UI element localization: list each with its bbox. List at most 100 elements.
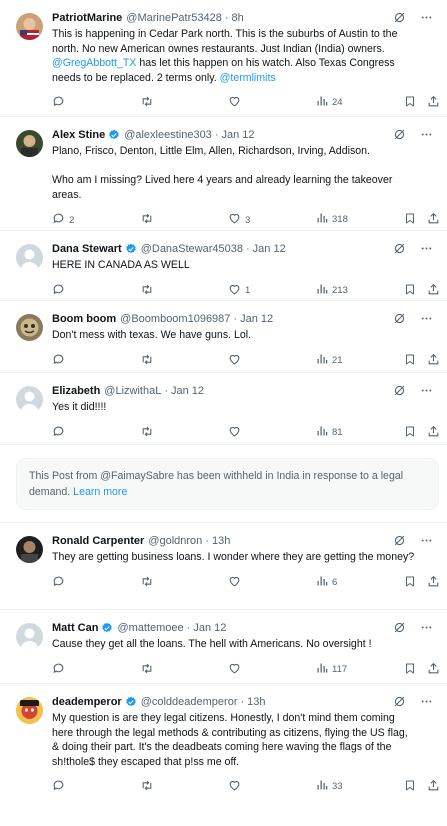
views-button[interactable]: 33: [316, 779, 343, 794]
timestamp[interactable]: Jan 12: [253, 243, 286, 255]
timestamp[interactable]: 13h: [212, 535, 230, 547]
user-handle[interactable]: @alexleestine303: [124, 129, 212, 141]
display-name[interactable]: Matt Can: [52, 622, 98, 634]
avatar[interactable]: [16, 536, 43, 563]
reply-button[interactable]: [52, 662, 69, 678]
avatar[interactable]: [16, 314, 43, 341]
avatar[interactable]: [16, 13, 43, 40]
tweet[interactable]: PatriotMarine @MarinePatr53428 · 8h This…: [0, 0, 447, 117]
user-handle[interactable]: @MarinePatr53428: [126, 12, 222, 24]
timestamp[interactable]: Jan 12: [221, 129, 254, 141]
display-name[interactable]: Boom boom: [52, 313, 116, 325]
more-icon[interactable]: [420, 11, 433, 27]
timestamp[interactable]: 13h: [247, 696, 265, 708]
grok-icon[interactable]: [393, 242, 406, 258]
views-button[interactable]: 6: [316, 575, 337, 590]
grok-icon[interactable]: [393, 695, 406, 711]
bookmark-button[interactable]: [404, 425, 416, 441]
share-button[interactable]: [427, 575, 440, 591]
tweet[interactable]: Ronald Carpenter @goldnron · 13h They ar…: [0, 523, 447, 610]
grok-icon[interactable]: [393, 11, 406, 27]
like-button[interactable]: [228, 95, 245, 111]
user-handle[interactable]: @Boomboom1096987: [120, 313, 230, 325]
timestamp[interactable]: Jan 12: [193, 622, 226, 634]
views-button[interactable]: 81: [316, 425, 343, 440]
reply-button[interactable]: [52, 353, 69, 369]
timestamp[interactable]: Jan 12: [171, 385, 204, 397]
timestamp[interactable]: Jan 12: [240, 313, 273, 325]
share-button[interactable]: [427, 662, 440, 678]
reply-button[interactable]: [52, 425, 69, 441]
like-button[interactable]: [228, 353, 245, 369]
more-icon[interactable]: [420, 242, 433, 258]
views-button[interactable]: 318: [316, 212, 348, 227]
views-button[interactable]: 213: [316, 283, 348, 298]
reply-button[interactable]: [52, 283, 69, 299]
like-button[interactable]: [228, 662, 245, 678]
retweet-button[interactable]: [140, 353, 158, 369]
more-icon[interactable]: [420, 534, 433, 550]
more-icon[interactable]: [420, 384, 433, 400]
bookmark-button[interactable]: [404, 575, 416, 591]
bookmark-button[interactable]: [404, 283, 416, 299]
reply-button[interactable]: [52, 95, 69, 111]
retweet-button[interactable]: [140, 95, 158, 111]
avatar[interactable]: [16, 697, 43, 724]
bookmark-button[interactable]: [404, 95, 416, 111]
tweet[interactable]: deademperor @colddeademperor · 13h My qu…: [0, 684, 447, 802]
grok-icon[interactable]: [393, 621, 406, 637]
retweet-button[interactable]: [140, 779, 158, 795]
avatar[interactable]: [16, 386, 43, 413]
retweet-button[interactable]: [140, 575, 158, 591]
like-button[interactable]: [228, 575, 245, 591]
display-name[interactable]: deademperor: [52, 696, 122, 708]
bookmark-button[interactable]: [404, 662, 416, 678]
avatar[interactable]: [16, 623, 43, 650]
user-handle[interactable]: @DanaStewar45038: [141, 243, 243, 255]
more-icon[interactable]: [420, 312, 433, 328]
retweet-button[interactable]: [140, 425, 158, 441]
reply-button[interactable]: 2: [52, 212, 74, 228]
tweet[interactable]: Boom boom @Boomboom1096987 · Jan 12 Don'…: [0, 301, 447, 373]
like-button[interactable]: 1: [228, 283, 250, 299]
learn-more-link[interactable]: Learn more: [73, 486, 127, 498]
reply-button[interactable]: [52, 779, 69, 795]
views-button[interactable]: 117: [316, 662, 347, 677]
bookmark-button[interactable]: [404, 212, 416, 228]
user-handle[interactable]: @goldnron: [148, 535, 202, 547]
more-icon[interactable]: [420, 695, 433, 711]
timestamp[interactable]: 8h: [232, 12, 244, 24]
share-button[interactable]: [427, 425, 440, 441]
bookmark-button[interactable]: [404, 353, 416, 369]
more-icon[interactable]: [420, 128, 433, 144]
retweet-button[interactable]: [140, 212, 158, 228]
reply-button[interactable]: [52, 575, 69, 591]
display-name[interactable]: PatriotMarine: [52, 12, 122, 24]
more-icon[interactable]: [420, 621, 433, 637]
retweet-button[interactable]: [140, 283, 158, 299]
display-name[interactable]: Ronald Carpenter: [52, 535, 144, 547]
tweet[interactable]: Alex Stine @alexleestine303 · Jan 12 Pla…: [0, 117, 447, 231]
views-button[interactable]: 21: [316, 353, 343, 368]
like-button[interactable]: [228, 425, 245, 441]
views-button[interactable]: 24: [316, 95, 343, 110]
grok-icon[interactable]: [393, 384, 406, 400]
tweet[interactable]: Elizabeth @LizwithaL · Jan 12 Yes it did…: [0, 373, 447, 445]
like-button[interactable]: [228, 779, 245, 795]
share-button[interactable]: [427, 283, 440, 299]
share-button[interactable]: [427, 353, 440, 369]
user-handle[interactable]: @LizwithaL: [104, 385, 161, 397]
display-name[interactable]: Elizabeth: [52, 385, 100, 397]
bookmark-button[interactable]: [404, 779, 416, 795]
like-button[interactable]: 3: [228, 212, 250, 228]
mention-link[interactable]: @GregAbbott_TX: [52, 57, 136, 69]
share-button[interactable]: [427, 95, 440, 111]
tweet[interactable]: Dana Stewart @DanaStewar45038 · Jan 12 H…: [0, 231, 447, 301]
retweet-button[interactable]: [140, 662, 158, 678]
grok-icon[interactable]: [393, 534, 406, 550]
grok-icon[interactable]: [393, 128, 406, 144]
grok-icon[interactable]: [393, 312, 406, 328]
avatar[interactable]: [16, 244, 43, 271]
share-button[interactable]: [427, 779, 440, 795]
tweet[interactable]: Matt Can @mattemoee · Jan 12 Cause they …: [0, 610, 447, 684]
